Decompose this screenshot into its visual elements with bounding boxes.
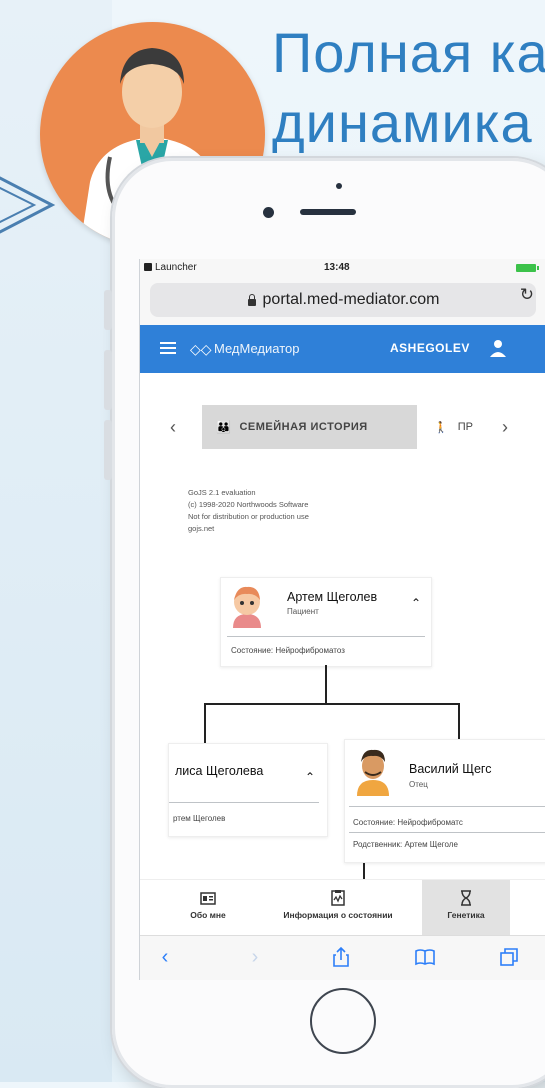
user-icon[interactable]	[490, 339, 506, 357]
logo-icon: ◇◇	[190, 341, 212, 357]
family-icon: 👪	[216, 420, 232, 434]
medical-chart-icon	[331, 890, 345, 906]
nav-about-me-label: Обо мне	[190, 910, 226, 920]
child-avatar-icon	[233, 586, 261, 628]
patient-role: Пациент	[287, 607, 319, 616]
connector-line	[204, 703, 460, 705]
watermark-line: gojs.net	[188, 524, 215, 533]
nav-condition-info-label: Информация о состоянии	[283, 910, 393, 920]
mother-name: лиса Щеголева	[175, 764, 264, 778]
lock-icon	[247, 294, 257, 306]
hourglass-icon	[461, 890, 471, 906]
watermark-line: Not for distribution or production use	[188, 512, 309, 521]
browser-toolbar: ‹ ›	[140, 935, 545, 980]
headline-line-1: Полная ка	[272, 21, 545, 84]
url-field[interactable]: portal.med-mediator.com	[150, 283, 536, 317]
mute-switch	[104, 290, 112, 330]
nav-genetics[interactable]: Генетика	[422, 880, 510, 936]
father-relation: Родственник: Артем Щеголе	[353, 840, 458, 849]
father-node[interactable]: Василий Щегс Отец Состояние: Нейрофибром…	[344, 739, 545, 863]
nav-about-me[interactable]: Обо мне	[178, 880, 238, 936]
id-card-icon	[200, 892, 216, 905]
person-icon: 🚶	[434, 421, 448, 434]
brand-name: МедМедиатор	[214, 341, 300, 356]
tab-family-history[interactable]: 👪 СЕМЕЙНАЯ ИСТОРИЯ	[202, 405, 417, 449]
gojs-watermark: GoJS 2.1 evaluation (c) 1998-2020 Northw…	[188, 487, 309, 535]
section-tabs: ‹ 👪 СЕМЕЙНАЯ ИСТОРИЯ 🚶 ПР ›	[140, 405, 545, 449]
node-divider	[227, 636, 425, 637]
headline: Полная ка динамика	[272, 18, 545, 158]
app-header: ◇◇ МедМедиатор ASHEGOLEV	[140, 325, 545, 373]
nav-genetics-label: Генетика	[447, 910, 485, 920]
battery-icon	[516, 264, 539, 272]
node-divider	[169, 802, 319, 803]
url-text: portal.med-mediator.com	[262, 291, 440, 308]
carrier-text: Launcher	[155, 262, 197, 273]
mother-relation: ртем Щеголев	[173, 814, 226, 823]
username-button[interactable]: ASHEGOLEV	[390, 341, 470, 355]
browser-address-bar: portal.med-mediator.com ↻	[140, 277, 545, 325]
reload-icon[interactable]: ↻	[520, 285, 534, 305]
share-icon[interactable]	[330, 946, 352, 968]
collapse-caret-icon[interactable]: ⌃	[411, 596, 421, 610]
status-bar: Launcher 13:48	[140, 259, 545, 277]
father-condition: Состояние: Нейрофиброматс	[353, 818, 463, 827]
headline-line-2: динамика	[272, 91, 533, 154]
patient-name: Артем Щеголев	[287, 590, 378, 604]
front-camera	[263, 207, 274, 218]
patient-node[interactable]: Артем Щеголев ⌃ Пациент Состояние: Нейро…	[220, 577, 432, 667]
father-name: Василий Щегс	[409, 762, 492, 776]
bottom-navigation: Обо мне Информация о состоянии Генетика	[140, 879, 545, 936]
hamburger-menu-icon[interactable]	[160, 342, 176, 354]
tabs-icon[interactable]	[498, 946, 520, 968]
forward-icon[interactable]: ›	[244, 946, 266, 968]
app-icon	[144, 263, 152, 271]
volume-up-button	[104, 350, 112, 410]
connector-line	[458, 703, 460, 739]
tab-next-label: ПР	[457, 421, 473, 433]
patient-condition: Состояние: Нейрофиброматоз	[231, 646, 345, 655]
nav-condition-info[interactable]: Информация о состоянии	[254, 880, 422, 936]
father-role: Отец	[409, 780, 428, 789]
man-avatar-icon	[357, 749, 389, 796]
tabs-next-arrow[interactable]: ›	[502, 417, 508, 438]
tab-family-history-label: СЕМЕЙНАЯ ИСТОРИЯ	[239, 421, 368, 433]
connector-line	[325, 665, 327, 705]
carrier-label: Launcher	[144, 262, 197, 273]
node-divider	[349, 832, 545, 833]
mother-node[interactable]: лиса Щеголева ⌃ ртем Щеголев	[168, 743, 328, 837]
home-button[interactable]	[310, 988, 376, 1054]
volume-down-button	[104, 420, 112, 480]
tab-next-section[interactable]: 🚶 ПР	[420, 405, 482, 449]
phone-screen: Launcher 13:48 portal.med-mediator.com ↻…	[139, 259, 545, 980]
watermark-line: (c) 1998-2020 Northwoods Software	[188, 500, 309, 509]
earpiece-speaker	[300, 209, 356, 215]
bookmarks-icon[interactable]	[414, 946, 436, 968]
status-time: 13:48	[324, 262, 350, 273]
watermark-line: GoJS 2.1 evaluation	[188, 488, 256, 497]
proximity-sensor	[336, 183, 342, 189]
node-divider	[349, 806, 545, 807]
collapse-caret-icon[interactable]: ⌃	[305, 770, 315, 784]
tabs-prev-arrow[interactable]: ‹	[170, 417, 176, 438]
back-icon[interactable]: ‹	[154, 946, 176, 968]
connector-line	[204, 703, 206, 747]
